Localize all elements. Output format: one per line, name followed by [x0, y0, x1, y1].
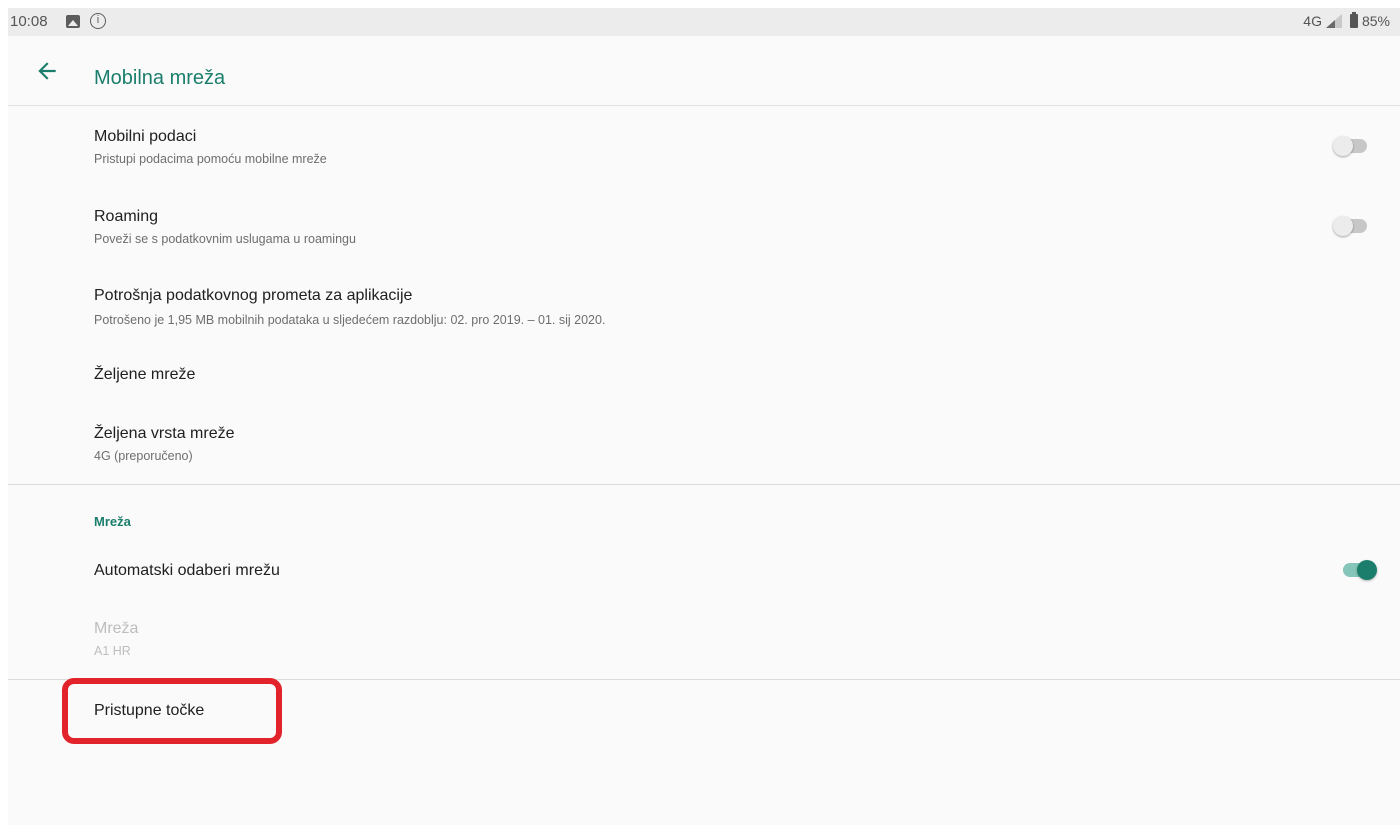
page-title: Mobilna mreža: [94, 67, 226, 89]
network-operator-item: Mreža A1 HR: [8, 602, 1400, 678]
battery-icon: [1349, 12, 1358, 28]
network-operator-title: Mreža: [94, 620, 139, 637]
divider: [8, 484, 1400, 485]
app-data-usage-item[interactable]: Potrošnja podatkovnog prometa za aplikac…: [8, 266, 1400, 346]
preferred-networks-item[interactable]: Željene mreže: [8, 346, 1400, 406]
info-icon: i: [90, 13, 106, 29]
preferred-network-type-subtitle: 4G (preporučeno): [94, 449, 193, 463]
app-bar: Mobilna mreža: [8, 36, 1400, 106]
app-data-usage-subtitle: Potrošeno je 1,95 MB mobilnih podataka u…: [94, 313, 606, 327]
network-type: 4G: [1303, 13, 1322, 29]
mobile-data-item[interactable]: Mobilni podaci Pristupi podacima pomoću …: [8, 106, 1400, 186]
network-operator-subtitle: A1 HR: [94, 644, 131, 658]
auto-select-network-switch[interactable]: [1341, 560, 1377, 580]
section-header-network: Mreža: [94, 514, 131, 529]
screen: 10:08 i 4G 85% Mobilna mreža Mobilni pod…: [8, 8, 1400, 825]
status-time: 10:08: [10, 13, 48, 30]
mobile-data-switch[interactable]: [1333, 136, 1369, 156]
roaming-title: Roaming: [94, 208, 159, 225]
mobile-data-title: Mobilni podaci: [94, 128, 197, 145]
arrow-left-icon[interactable]: [34, 58, 60, 84]
preferred-networks-title: Željene mreže: [94, 366, 196, 383]
preferred-network-type-item[interactable]: Željena vrsta mreže 4G (preporučeno): [8, 406, 1400, 484]
highlight-box: [62, 678, 282, 744]
status-bar: 10:08 i 4G 85%: [8, 8, 1400, 36]
image-icon: [66, 15, 80, 28]
roaming-item[interactable]: Roaming Poveži se s podatkovnim uslugama…: [8, 186, 1400, 266]
mobile-data-subtitle: Pristupi podacima pomoću mobilne mreže: [94, 152, 327, 166]
roaming-switch[interactable]: [1333, 216, 1369, 236]
preferred-network-type-title: Željena vrsta mreže: [94, 425, 235, 442]
signal-icon: [1325, 14, 1342, 28]
app-data-usage-title: Potrošnja podatkovnog prometa za aplikac…: [94, 287, 413, 304]
auto-select-network-item[interactable]: Automatski odaberi mrežu: [8, 540, 1400, 602]
status-indicators: 4G 85%: [1303, 12, 1390, 29]
auto-select-network-title: Automatski odaberi mrežu: [94, 562, 280, 579]
roaming-subtitle: Poveži se s podatkovnim uslugama u roami…: [94, 232, 356, 246]
battery-level: 85%: [1361, 13, 1390, 29]
